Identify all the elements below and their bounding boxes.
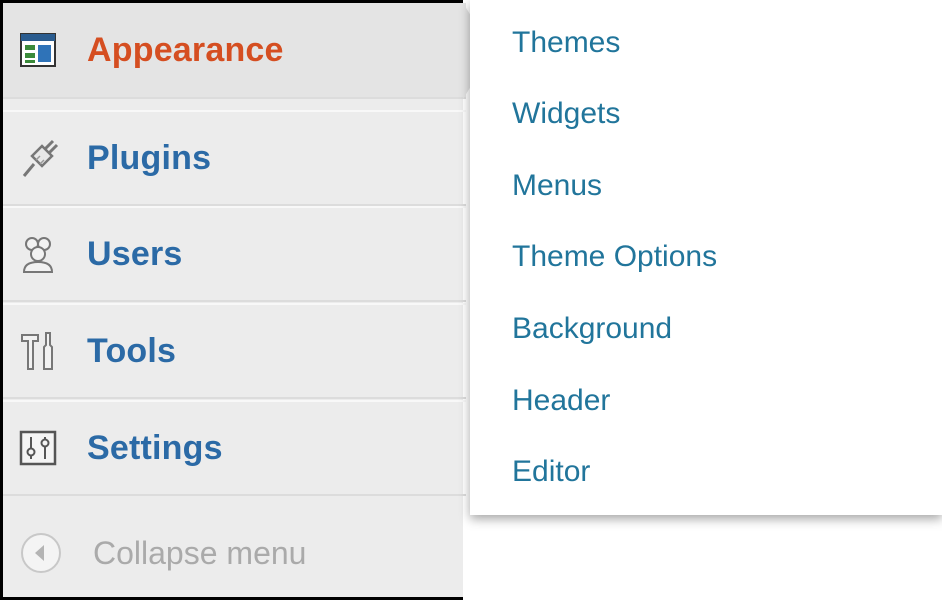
menu-label-plugins: Plugins xyxy=(87,138,212,177)
menu-label-tools: Tools xyxy=(87,331,177,370)
admin-sidebar: Appearance Plugins Users Tools Settings … xyxy=(0,0,466,600)
admin-menu-screen: Appearance Plugins Users Tools Settings … xyxy=(0,0,942,600)
collapse-menu-button[interactable]: Collapse menu xyxy=(3,503,466,600)
submenu-item-theme-options[interactable]: Theme Options xyxy=(512,240,717,274)
submenu-item-themes[interactable]: Themes xyxy=(512,26,620,60)
settings-icon xyxy=(15,425,61,471)
submenu-item-editor[interactable]: Editor xyxy=(512,455,590,489)
submenu-item-background[interactable]: Background xyxy=(512,312,672,346)
appearance-icon xyxy=(15,27,61,73)
menu-label-appearance: Appearance xyxy=(87,30,284,69)
tools-icon xyxy=(15,328,61,374)
submenu-item-header[interactable]: Header xyxy=(512,384,610,418)
menu-item-settings[interactable]: Settings xyxy=(3,400,466,496)
menu-item-users[interactable]: Users xyxy=(3,206,466,302)
menu-item-appearance[interactable]: Appearance xyxy=(3,3,466,99)
appearance-submenu: Themes Widgets Menus Theme Options Backg… xyxy=(470,0,942,515)
plugin-icon xyxy=(15,135,61,181)
menu-item-plugins[interactable]: Plugins xyxy=(3,110,466,206)
menu-item-tools[interactable]: Tools xyxy=(3,303,466,399)
submenu-item-widgets[interactable]: Widgets xyxy=(512,97,620,131)
submenu-item-menus[interactable]: Menus xyxy=(512,169,602,203)
users-icon xyxy=(15,231,61,277)
menu-label-settings: Settings xyxy=(87,428,223,467)
menu-label-users: Users xyxy=(87,234,183,273)
collapse-arrow-icon xyxy=(19,531,63,575)
collapse-menu-label: Collapse menu xyxy=(93,534,307,571)
